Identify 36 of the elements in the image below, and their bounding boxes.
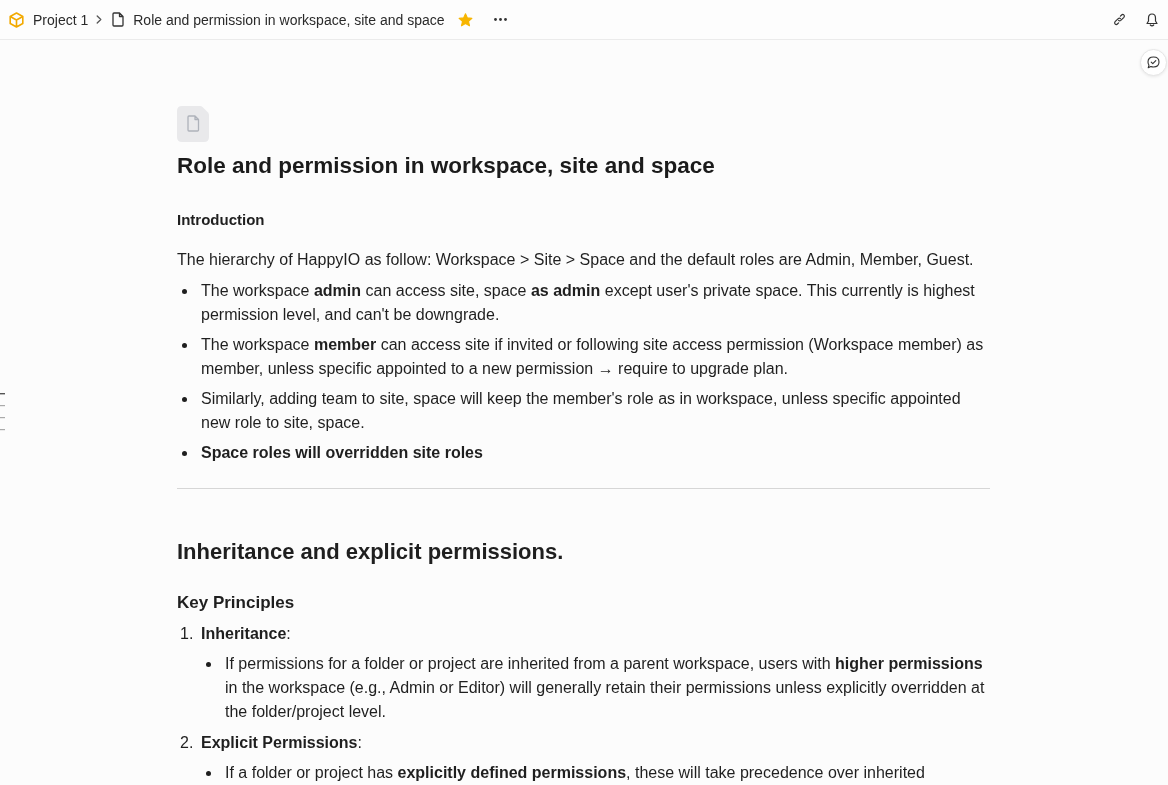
section-heading: Inheritance and explicit permissions. — [177, 538, 565, 566]
comment-button[interactable] — [1140, 49, 1167, 76]
subsection-heading: Key Principles — [177, 592, 296, 614]
more-button[interactable] — [491, 16, 509, 23]
more-icon — [493, 18, 507, 21]
list-item-text: Inheritance: — [201, 624, 291, 644]
bullet-icon — [206, 771, 211, 776]
breadcrumb-link[interactable]: Project 1 — [33, 9, 89, 30]
bullet-icon — [182, 289, 187, 294]
list-item-text: Similarly, adding team to site, space will keep the member's role as in workspace, unless specific appointed new role to site, space. — [201, 389, 962, 433]
bullet-icon — [182, 397, 187, 402]
cube-icon — [9, 11, 24, 28]
file-icon — [112, 12, 125, 27]
list-item-text: If a folder or project has explicitly defined permissions, these will take precedence over inherited — [225, 763, 925, 783]
section-label: Introduction — [177, 210, 266, 230]
bullet-icon — [182, 451, 187, 456]
notification-button[interactable] — [1144, 10, 1160, 29]
chat-check-icon — [1147, 56, 1160, 69]
bell-icon — [1146, 12, 1158, 27]
document-icon — [177, 106, 209, 142]
list-number: 1. — [179, 624, 195, 644]
outline-icon[interactable] — [0, 393, 5, 431]
list-item-text: The workspace admin can access site, space as admin except user's private space. This currently is highest permission level, and can't be downgrade. — [201, 281, 976, 325]
breadcrumb-page-title[interactable]: Role and permission in workspace, site and space — [133, 9, 445, 30]
list-number: 2. — [179, 733, 195, 753]
link-icon — [1113, 13, 1126, 26]
paragraph: The hierarchy of HappyIO as follow: Workspace > Site > Space and the default roles are Admin, Member, Guest. — [177, 250, 975, 270]
list-item-text: The workspace member can access site if invited or following site access permission (Workspace member) as member, unless specific appointed to a new permission → require to upgrade plan. — [201, 335, 985, 379]
chevron-right-icon — [96, 15, 103, 24]
bullet-icon — [182, 343, 187, 348]
list-item-text: Space roles will overridden site roles — [201, 443, 483, 463]
list-item-text: Explicit Permissions: — [201, 733, 362, 753]
document-title: Role and permission in workspace, site and space — [177, 152, 716, 180]
bullet-icon — [206, 662, 211, 667]
copy-link-button[interactable] — [1111, 11, 1128, 28]
list-item-text: If permissions for a folder or project are inherited from a parent workspace, users with higher permissions in the workspace (e.g., Admin or Editor) will generally retain their permissions unless explicitly overridden at the folder/project level. — [225, 654, 986, 722]
